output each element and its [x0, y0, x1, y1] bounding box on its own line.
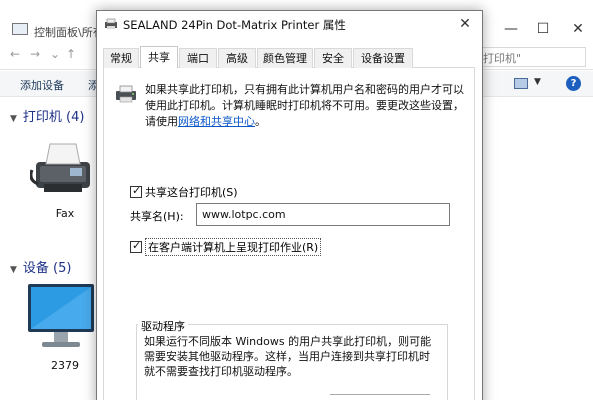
share-printer-checkbox[interactable] — [130, 184, 142, 198]
tab-advanced[interactable]: 高级 — [218, 48, 256, 68]
dialog-close-button[interactable]: ✕ — [453, 14, 477, 34]
up-arrow-icon[interactable]: ↑ — [66, 47, 76, 61]
forward-arrow-icon[interactable]: → — [30, 47, 40, 61]
tab-security[interactable]: 安全 — [314, 48, 352, 68]
add-device-button[interactable]: 添加设备 — [20, 77, 64, 93]
back-arrow-icon[interactable]: ← — [10, 47, 20, 61]
tab-color-management[interactable]: 颜色管理 — [257, 48, 313, 68]
tab-general[interactable]: 常规 — [103, 48, 139, 68]
tab-sharing[interactable]: 共享 — [140, 46, 178, 68]
shared-printer-icon — [116, 85, 136, 103]
help-icon[interactable]: ? — [566, 76, 581, 91]
dialog-title: SEALAND 24Pin Dot-Matrix Printer 属性 — [123, 18, 346, 32]
monitor-label: 2379 — [51, 359, 79, 372]
bg-content-area — [482, 97, 593, 400]
render-jobs-label[interactable]: 在客户端计算机上呈现打印作业(R) — [145, 238, 322, 256]
devices-group-label: 设备 (5) — [22, 261, 72, 276]
minimize-button[interactable]: — — [496, 18, 526, 40]
monitor-icon[interactable] — [20, 282, 100, 354]
sharing-info-text: 如果共享此打印机，只有拥有此计算机用户名和密码的用户才可以使用此打印机。计算机睡… — [145, 82, 465, 130]
tab-device-settings[interactable]: 设备设置 — [353, 48, 413, 68]
tab-ports[interactable]: 端口 — [179, 48, 217, 68]
view-options-icon[interactable] — [514, 78, 528, 89]
drivers-description: 如果运行不同版本 Windows 的用户共享此打印机，则可能需要安装其他驱动程序… — [144, 335, 432, 378]
view-dropdown-arrow-icon[interactable]: ▼ — [534, 77, 541, 87]
network-sharing-center-link[interactable]: 网络和共享中心 — [178, 115, 255, 128]
collapse-chevron-icon: ▼ — [10, 265, 17, 275]
fax-label: Fax — [55, 207, 75, 220]
sharing-info-suffix: 。 — [255, 115, 266, 128]
close-button[interactable]: ✕ — [563, 18, 593, 40]
search-input[interactable]: 打印机" — [478, 47, 586, 67]
printers-group-header[interactable]: ▼ 打印机 (4) — [10, 106, 84, 125]
fax-icon[interactable] — [30, 140, 96, 198]
additional-drivers-button[interactable] — [330, 394, 430, 400]
share-name-input[interactable] — [196, 203, 450, 226]
bg-window-title: 控制面板\所有 — [34, 26, 104, 39]
share-name-label: 共享名(H): — [130, 210, 184, 223]
share-printer-label[interactable]: 共享这台打印机(S) — [145, 184, 238, 200]
render-jobs-checkbox[interactable] — [130, 239, 142, 253]
printer-icon — [105, 18, 117, 29]
printers-group-label: 打印机 (4) — [22, 110, 85, 125]
drivers-group-title: 驱动程序 — [138, 318, 188, 334]
collapse-chevron-icon: ▼ — [10, 114, 17, 124]
control-panel-icon — [12, 23, 28, 35]
chevron-down-icon[interactable]: ⌄ — [50, 47, 60, 61]
maximize-button[interactable]: ☐ — [528, 18, 558, 40]
devices-group-header[interactable]: ▼ 设备 (5) — [10, 257, 71, 276]
